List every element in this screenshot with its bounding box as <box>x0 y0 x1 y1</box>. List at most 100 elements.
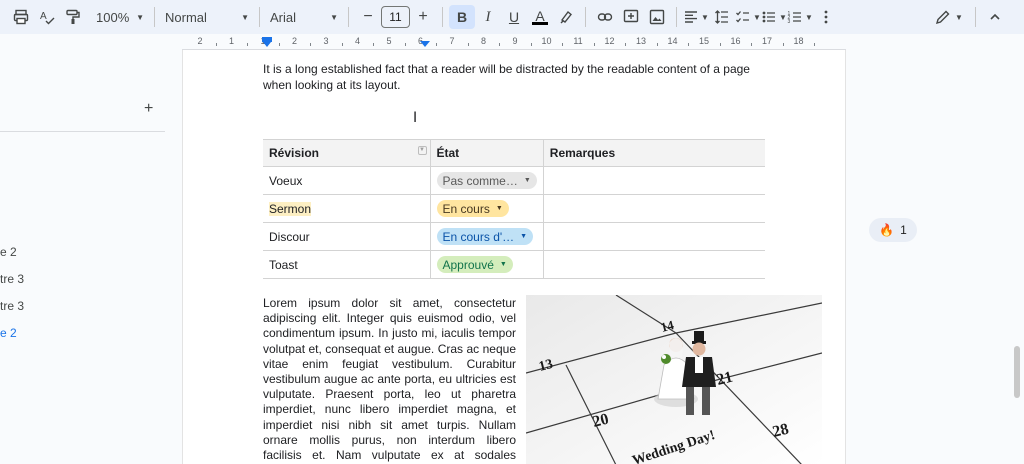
filter-icon[interactable]: ▼ <box>417 146 427 155</box>
tab-stop-marker[interactable] <box>420 41 430 47</box>
outline-item[interactable]: e 2 <box>0 245 17 259</box>
toolbar-divider <box>975 7 976 27</box>
revision-cell[interactable]: Voeux <box>263 166 431 195</box>
ruler-tick <box>530 43 532 46</box>
revision-cell[interactable]: Toast <box>263 250 431 279</box>
outline-item[interactable]: tre 3 <box>0 299 24 313</box>
bold-button[interactable]: B <box>449 5 475 29</box>
font-size-input[interactable]: 11 <box>381 6 410 28</box>
toolbar-divider <box>348 7 349 27</box>
fire-emoji-icon: 🔥 <box>879 223 895 237</box>
status-cell[interactable]: En cours d'… ▼ <box>429 222 544 251</box>
ruler-label: 9 <box>512 36 518 46</box>
ruler-label: 3 <box>323 36 329 46</box>
emoji-reaction-chip[interactable]: 🔥 1 <box>869 218 917 242</box>
document-page[interactable]: It is a long established fact that a rea… <box>182 50 846 464</box>
ruler-label: 8 <box>480 36 487 46</box>
ruler-label: 10 <box>541 36 552 46</box>
increase-font-size-button[interactable]: + <box>410 5 436 29</box>
style-value: Normal <box>165 9 207 25</box>
revision-cell[interactable]: Discour <box>263 222 431 251</box>
outline-item-active[interactable]: e 2 <box>0 326 17 340</box>
ruler-label: 2 <box>197 36 203 46</box>
style-select[interactable]: Normal ▼ <box>161 5 253 29</box>
chevron-down-icon: ▼ <box>330 12 338 22</box>
ruler-label: 2 <box>291 36 298 46</box>
font-select[interactable]: Arial ▼ <box>266 5 342 29</box>
status-cell[interactable]: En cours ▼ <box>429 194 544 223</box>
remarks-cell[interactable] <box>542 166 765 195</box>
remarks-cell[interactable] <box>542 250 765 279</box>
edit-mode-icon[interactable]: ▼ <box>929 5 969 29</box>
chevron-down-icon: ▼ <box>241 12 249 22</box>
outline-item[interactable]: tre 3 <box>0 272 24 286</box>
status-chip-label: En cours <box>442 201 490 216</box>
horizontal-ruler[interactable]: 21123456789101112131415161718 <box>182 34 846 50</box>
revision-table[interactable]: Révision ▼ État Remarques Voeux Pas comm… <box>263 139 765 279</box>
ruler-tick <box>436 43 438 46</box>
status-chip[interactable]: Approuvé ▼ <box>436 256 513 273</box>
wedding-photo[interactable]: 13 14 21 20 28 Wedding Day! <box>526 295 822 464</box>
text-cursor-icon: I <box>413 110 418 126</box>
decrease-font-size-button[interactable]: − <box>355 5 381 29</box>
column-header-revision[interactable]: Révision ▼ <box>263 139 431 167</box>
svg-text:A: A <box>40 11 47 22</box>
checklist-icon[interactable]: ▼ <box>735 5 761 29</box>
status-chip[interactable]: En cours ▼ <box>436 200 509 217</box>
status-chip[interactable]: Pas comme… ▼ <box>436 172 537 189</box>
docs-editor: A 100%▼ Normal ▼ Arial ▼ − 11 + B I U A <box>0 0 1024 464</box>
outline-divider <box>0 131 165 132</box>
status-chip-label: Approuvé <box>442 257 494 272</box>
status-chip[interactable]: En cours d'… ▼ <box>436 228 534 245</box>
underline-button[interactable]: U <box>501 5 527 29</box>
highlighter-icon[interactable] <box>553 5 579 29</box>
italic-button[interactable]: I <box>475 5 501 29</box>
ruler-tick <box>278 43 280 46</box>
collapse-icon[interactable] <box>982 5 1008 29</box>
zoom-select[interactable]: 100% ▼ <box>92 5 148 29</box>
toolbar-divider <box>676 7 677 27</box>
ruler-label: 7 <box>449 36 455 46</box>
lorem-paragraph[interactable]: Lorem ipsum dolor sit amet, consectetur … <box>263 296 516 464</box>
status-chip-label: Pas comme… <box>442 173 518 188</box>
text-color-button[interactable]: A <box>527 5 553 29</box>
status-cell[interactable]: Approuvé ▼ <box>429 250 544 279</box>
ruler-tick <box>247 43 249 46</box>
ruler-tick <box>593 43 595 46</box>
more-icon[interactable] <box>813 5 839 29</box>
column-header-label: Révision <box>269 146 320 160</box>
ruler-tick <box>215 43 217 46</box>
status-cell[interactable]: Pas comme… ▼ <box>429 166 544 195</box>
ruler-label: 18 <box>793 36 804 46</box>
image-icon[interactable] <box>644 5 670 29</box>
text-color-icon: A <box>535 7 545 24</box>
table-row: Toast Approuvé ▼ <box>263 250 765 279</box>
revision-cell[interactable]: Sermon <box>263 194 431 223</box>
spellcheck-icon[interactable]: A <box>34 5 60 29</box>
ruler-label: 17 <box>761 36 773 46</box>
ruler-label: 11 <box>573 36 583 46</box>
bullet-list-icon[interactable]: ▼ <box>761 5 787 29</box>
add-tab-button[interactable]: + <box>144 100 153 118</box>
paint-format-icon[interactable] <box>60 5 86 29</box>
column-header-remarks[interactable]: Remarques <box>542 139 765 167</box>
intro-paragraph[interactable]: It is a long established fact that a rea… <box>263 61 753 93</box>
numbered-list-icon[interactable]: 123 ▼ <box>787 5 813 29</box>
line-spacing-icon[interactable] <box>709 5 735 29</box>
reaction-count: 1 <box>900 223 907 237</box>
comment-icon[interactable] <box>618 5 644 29</box>
ruler-tick <box>688 43 690 46</box>
ruler-tick <box>467 43 469 46</box>
first-line-indent-marker[interactable] <box>263 42 271 47</box>
column-header-status[interactable]: État <box>429 139 544 167</box>
ruler-tick <box>782 43 784 46</box>
ruler-tick <box>656 43 658 46</box>
remarks-cell[interactable] <box>542 222 765 251</box>
align-icon[interactable]: ▼ <box>683 5 709 29</box>
font-value: Arial <box>270 9 297 25</box>
print-icon[interactable] <box>8 5 34 29</box>
remarks-cell[interactable] <box>542 194 765 223</box>
chevron-down-icon: ▼ <box>805 12 813 22</box>
vertical-scrollbar[interactable] <box>1014 346 1020 398</box>
link-icon[interactable] <box>592 5 618 29</box>
